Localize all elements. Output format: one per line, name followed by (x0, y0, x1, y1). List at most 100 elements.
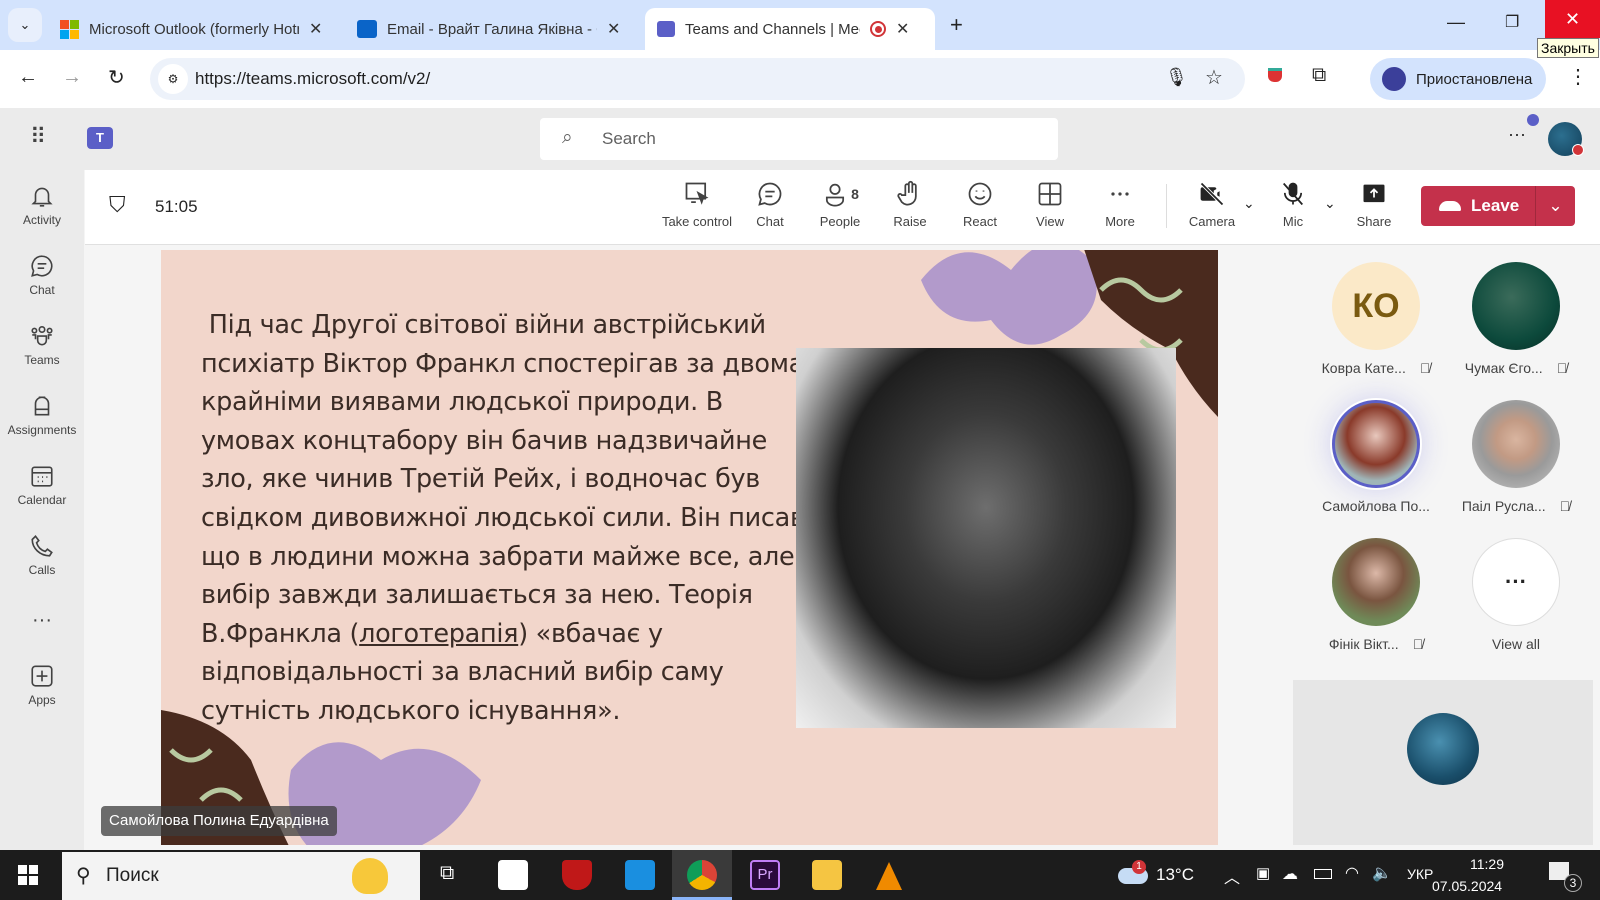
mic-off-icon: 🎙̸ (1559, 498, 1571, 514)
search-input[interactable]: ⌕ Search (540, 118, 1058, 160)
restore-button[interactable]: ❐ (1505, 12, 1519, 32)
clock-date[interactable]: 07.05.2024 (1432, 878, 1502, 894)
chat-button[interactable]: Chat (735, 180, 805, 236)
taskbar-search-input[interactable]: ⚲ Поиск (62, 852, 420, 900)
tab-outlook[interactable]: Microsoft Outlook (formerly Hotmail)✕ (48, 8, 334, 50)
hang-up-icon (1439, 201, 1461, 211)
profile-button[interactable]: Приостановлена (1370, 58, 1546, 100)
input-language[interactable]: УКР (1407, 866, 1433, 882)
show-hidden-icons-chevron[interactable]: ︿ (1224, 864, 1240, 888)
new-tab-button[interactable]: + (950, 12, 963, 38)
extensions-icon[interactable]: ⧉ (1312, 64, 1326, 87)
microsoft-store-icon[interactable] (498, 860, 528, 890)
slide-line: сутність людського існування». (201, 695, 621, 726)
raise-hand-button[interactable]: Raise (875, 180, 945, 236)
mail-icon[interactable] (625, 860, 655, 890)
rail-item-activity[interactable]: Activity (0, 170, 84, 240)
camera-off-icon (1200, 182, 1224, 206)
more-icon (1111, 192, 1129, 196)
tab-search-button[interactable]: ⌄ (8, 8, 42, 42)
participant-tile[interactable]: Паіл Русла... 🎙̸ (1446, 383, 1586, 521)
premiere-pro-icon[interactable]: Pr (750, 860, 780, 890)
plus-icon (31, 665, 53, 687)
slide-line: що в людини можна забрати майже все, але (201, 541, 795, 572)
task-view-icon[interactable]: ⧉ (440, 862, 454, 885)
mcafee-extension-icon[interactable] (1268, 68, 1282, 82)
minimize-button[interactable]: — (1447, 12, 1465, 33)
avatar (1472, 400, 1560, 488)
duck-illustration-icon (352, 858, 388, 894)
slide-line: В.Франкла (логотерапія) «вбачає у (201, 618, 663, 649)
vlc-icon[interactable] (876, 862, 902, 890)
react-button[interactable]: React (945, 180, 1015, 236)
weather-temperature[interactable]: 13°C (1156, 865, 1194, 885)
self-view-tile[interactable] (1293, 680, 1593, 845)
busy-status-icon (1572, 144, 1584, 156)
camera-options-chevron-icon[interactable]: ⌄ (1243, 195, 1255, 212)
participant-tile[interactable]: Самойлова По... (1306, 383, 1446, 521)
rail-item-calls[interactable]: Calls (0, 520, 84, 590)
onedrive-icon[interactable]: ☁ (1282, 864, 1298, 884)
leave-options-chevron-icon[interactable]: ⌄ (1535, 186, 1575, 226)
volume-icon[interactable]: 🔈 (1372, 863, 1392, 883)
close-window-button[interactable]: ✕ (1545, 0, 1600, 38)
app-rail: Activity Chat Teams Assignments Calendar… (0, 170, 84, 850)
share-button[interactable]: Share (1339, 180, 1409, 236)
rail-more-icon[interactable]: ··· (0, 590, 84, 650)
close-tab-icon[interactable]: ✕ (896, 19, 909, 39)
mic-options-chevron-icon[interactable]: ⌄ (1324, 195, 1336, 212)
tab-email[interactable]: Email - Врайт Галина Яківна - Outlook✕ (345, 8, 632, 50)
site-settings-icon[interactable]: ⚙ (158, 64, 188, 94)
participant-tile[interactable]: Фінік Вікт... 🎙̸ (1306, 521, 1446, 659)
windows-start-icon[interactable] (18, 865, 38, 885)
view-button[interactable]: View (1015, 180, 1085, 236)
camera-button[interactable]: Camera (1177, 180, 1247, 236)
avatar (1332, 538, 1420, 626)
shield-icon[interactable]: ⛉ (109, 192, 126, 218)
browser-tab-bar: ⌄ Microsoft Outlook (formerly Hotmail)✕ … (0, 0, 1600, 50)
notification-dot (1527, 114, 1539, 126)
view-all-button[interactable]: ··· View all (1446, 521, 1586, 659)
rail-item-assignments[interactable]: Assignments (0, 380, 84, 450)
tab-teams[interactable]: Teams and Channels | Meeting✕ (645, 8, 935, 50)
microphone-icon[interactable]: 🎙 (1165, 67, 1188, 88)
chrome-taskbar-button[interactable] (672, 850, 732, 900)
rail-item-calendar[interactable]: Calendar (0, 450, 84, 520)
battery-icon[interactable] (1314, 869, 1332, 879)
slide-line: відповідальності за власний вибір саму (201, 657, 724, 688)
phone-icon (31, 535, 53, 557)
clock-time[interactable]: 11:29 (1470, 856, 1504, 872)
participant-tile[interactable]: КО Ковра Кате... 🎙̸ (1306, 245, 1446, 383)
more-options-icon[interactable]: ··· (1508, 124, 1526, 145)
slide-line: свідком дивовижної людської сили. Він пи… (201, 502, 813, 533)
rail-item-apps[interactable]: Apps (0, 650, 84, 720)
bookmark-star-icon[interactable]: ☆ (1205, 65, 1223, 90)
leave-button[interactable]: Leave ⌄ (1421, 186, 1575, 226)
rail-item-chat[interactable]: Chat (0, 240, 84, 310)
mcafee-icon[interactable] (562, 860, 592, 890)
chrome-icon (687, 860, 717, 890)
url-input[interactable]: ⚙ https://teams.microsoft.com/v2/ 🎙 ☆ (150, 58, 1245, 100)
file-explorer-icon[interactable] (812, 860, 842, 890)
participant-tile[interactable]: Чумак Єго... 🎙̸ (1446, 245, 1586, 383)
close-tab-icon[interactable]: ✕ (607, 19, 620, 39)
self-avatar (1407, 713, 1479, 785)
rail-item-teams[interactable]: Teams (0, 310, 84, 380)
mic-off-icon: 🎙̸ (1412, 636, 1424, 652)
people-button[interactable]: 8 People (805, 180, 875, 236)
weather-badge: 1 (1132, 860, 1146, 874)
browser-menu-icon[interactable]: ⋮ (1568, 64, 1588, 89)
slide-line: умовах концтабору він бачив надзвичайне (201, 425, 768, 456)
meet-now-icon[interactable]: ▣ (1256, 864, 1270, 882)
profile-avatar-icon (1382, 67, 1406, 91)
app-launcher-icon[interactable]: ⠿ (30, 124, 46, 150)
back-icon[interactable]: ← (18, 66, 38, 89)
more-button[interactable]: More (1085, 180, 1155, 236)
reload-icon[interactable]: ↻ (108, 65, 125, 90)
take-control-button[interactable]: Take control (657, 180, 737, 236)
close-tab-icon[interactable]: ✕ (309, 19, 322, 39)
forward-icon[interactable]: → (62, 66, 82, 89)
wifi-icon[interactable]: ◠ (1345, 863, 1359, 883)
shared-slide: Під час Другої світової війни австрійськ… (161, 250, 1218, 845)
mic-button[interactable]: Mic (1258, 180, 1328, 236)
